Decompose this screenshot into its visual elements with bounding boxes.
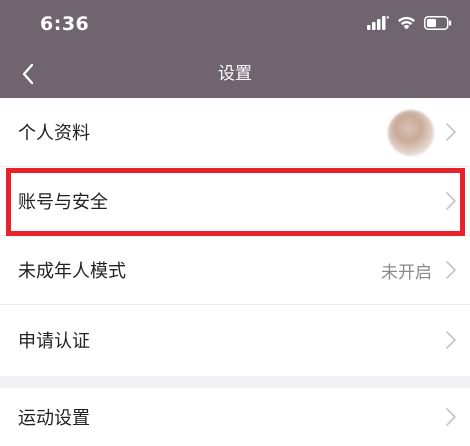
status-time: 6:36	[40, 13, 90, 35]
settings-list: 个人资料 账号与安全 未成年人模式 未开启 申请认证	[0, 98, 470, 376]
chevron-right-icon	[446, 123, 456, 141]
settings-item-account-security[interactable]: 账号与安全	[0, 167, 470, 236]
status-bar: 6:36	[0, 0, 470, 44]
app-header: 6:36 设置	[0, 0, 470, 98]
settings-item-minor-mode[interactable]: 未成年人模式 未开启	[0, 236, 470, 305]
chevron-right-icon	[446, 330, 456, 349]
settings-item-verification[interactable]: 申请认证	[0, 305, 470, 374]
settings-item-value: 未开启	[381, 262, 432, 283]
settings-item-sport[interactable]: 运动设置	[0, 388, 470, 446]
settings-item-profile[interactable]: 个人资料	[0, 98, 470, 167]
status-icons	[367, 14, 452, 32]
settings-list-secondary: 运动设置	[0, 388, 470, 446]
chevron-right-icon	[446, 261, 456, 279]
nav-bar: 设置	[0, 50, 470, 98]
battery-icon	[424, 16, 452, 30]
chevron-right-icon	[446, 408, 456, 426]
chevron-right-icon	[446, 192, 456, 210]
page-title: 设置	[218, 64, 252, 84]
settings-item-label: 未成年人模式	[18, 261, 126, 282]
settings-item-label: 申请认证	[18, 330, 90, 352]
settings-item-label: 账号与安全	[18, 192, 108, 213]
settings-item-label: 运动设置	[18, 408, 90, 429]
avatar	[388, 110, 434, 156]
settings-item-label: 个人资料	[18, 123, 90, 144]
wifi-icon	[398, 16, 415, 30]
signal-icon	[367, 16, 389, 30]
